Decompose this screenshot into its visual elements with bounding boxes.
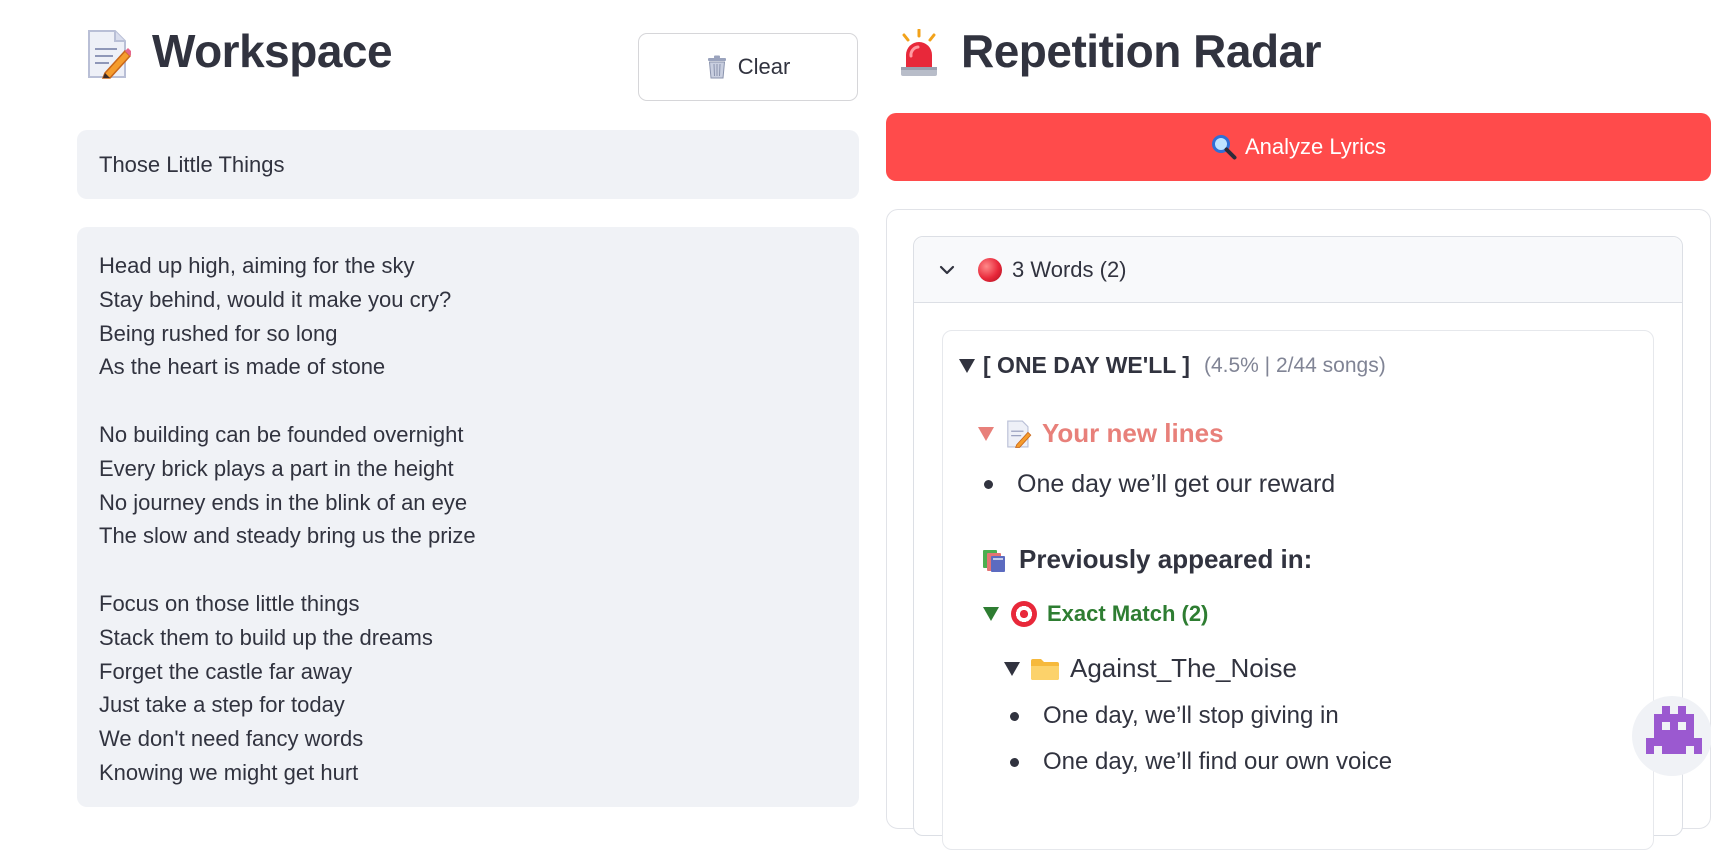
phrase-title: [ ONE DAY WE'LL ]: [983, 352, 1190, 378]
expander-label: 3 Words (2): [1012, 256, 1127, 282]
analyze-lyrics-button[interactable]: Analyze Lyrics: [886, 113, 1711, 181]
phrase-summary[interactable]: [ ONE DAY WE'LL ] (4.5% | 2/44 songs): [959, 352, 1386, 379]
triangle-down-icon: [1004, 661, 1020, 676]
analyze-button-label: Analyze Lyrics: [1244, 134, 1386, 159]
lyric-line: [99, 384, 837, 418]
lyric-line: Knowing we might get hurt: [99, 759, 359, 785]
bullet-icon: [1010, 711, 1019, 721]
lyric-line: Being rushed for so long: [99, 320, 338, 346]
exact-match-label: Exact Match (2): [1047, 601, 1209, 626]
siren-icon: [897, 29, 941, 79]
lyric-line: Stack them to build up the dreams: [99, 624, 433, 650]
triangle-down-icon: [978, 426, 994, 441]
clear-button[interactable]: Clear: [638, 33, 858, 101]
bullet-icon: [984, 480, 993, 489]
lyric-line: The slow and steady bring us the prize: [99, 523, 476, 549]
memo-pencil-icon: [1006, 420, 1032, 448]
folder-icon: [1030, 657, 1060, 681]
red-circle-icon: [978, 257, 1002, 282]
lyric-line: [99, 553, 837, 587]
new-line-text: One day we’ll get our reward: [1017, 470, 1336, 498]
radar-title: Repetition Radar: [961, 25, 1322, 77]
trash-icon: [706, 55, 728, 79]
triangle-down-icon: [959, 358, 975, 373]
previously-appeared-heading: Previously appeared in:: [981, 544, 1312, 575]
new-lines-label: Your new lines: [1042, 418, 1224, 448]
lyric-line: Stay behind, would it make you cry?: [99, 286, 452, 312]
magnifier-icon: [1211, 134, 1237, 160]
memo-pencil-icon: [87, 29, 131, 79]
song-title-value: Those Little Things: [99, 151, 285, 177]
avatar[interactable]: [1632, 696, 1711, 776]
lyric-line: No building can be founded overnight: [99, 421, 464, 447]
lyric-line: Head up high, aiming for the sky: [99, 253, 415, 278]
lyric-line: Focus on those little things: [99, 590, 360, 616]
books-icon: [981, 546, 1009, 574]
lyric-line: We don't need fancy words: [99, 726, 364, 752]
folder-summary[interactable]: Against_The_Noise: [1004, 653, 1297, 684]
new-lines-summary[interactable]: Your new lines: [978, 418, 1224, 449]
list-item: One day, we’ll find our own voice: [1010, 748, 1392, 776]
bullet-icon: [1010, 757, 1019, 767]
clear-button-label: Clear: [737, 54, 791, 79]
lyrics-textarea[interactable]: Head up high, aiming for the sky Stay be…: [77, 227, 859, 807]
lyric-line: Every brick plays a part in the height: [99, 455, 454, 481]
phrase-meta: (4.5% | 2/44 songs): [1203, 353, 1386, 377]
lyric-line: As the heart is made of stone: [99, 354, 386, 380]
lyric-line: No journey ends in the blink of an eye: [99, 489, 468, 515]
list-item: One day we’ll get our reward: [984, 470, 1335, 499]
exact-match-summary[interactable]: Exact Match (2): [983, 601, 1208, 627]
list-item: One day, we’ll stop giving in: [1010, 702, 1339, 730]
triangle-down-icon: [983, 607, 999, 621]
expander-header[interactable]: 3 Words (2): [914, 237, 1682, 303]
lyric-line: Forget the castle far away: [99, 658, 353, 684]
workspace-title: Workspace: [152, 25, 393, 77]
song-line-text: One day, we’ll find our own voice: [1043, 748, 1393, 775]
previously-appeared-label: Previously appeared in:: [1019, 544, 1313, 574]
lyric-line: Just take a step for today: [99, 692, 345, 718]
song-line-text: One day, we’ll stop giving in: [1043, 702, 1339, 729]
song-title-input[interactable]: Those Little Things: [77, 130, 859, 199]
folder-label: Against_The_Noise: [1070, 653, 1297, 683]
target-icon: [1011, 601, 1037, 627]
chevron-down-icon: [938, 261, 956, 279]
